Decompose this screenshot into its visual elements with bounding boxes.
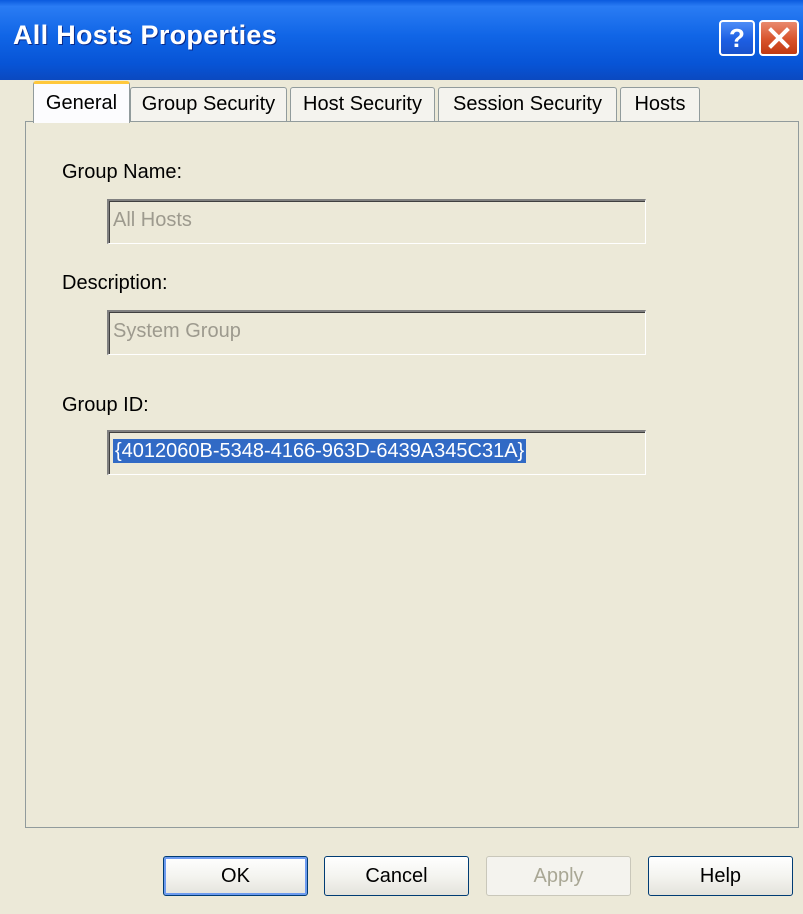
group-id-field[interactable]: {4012060B-5348-4166-963D-6439A345C31A} xyxy=(107,430,646,475)
close-x-glyph xyxy=(768,27,790,49)
group-id-label: Group ID: xyxy=(62,394,149,416)
tab-group-security[interactable]: Group Security xyxy=(130,87,287,121)
help-button[interactable]: Help xyxy=(648,856,793,896)
group-name-value: All Hosts xyxy=(113,209,192,231)
tab-strip: General Group Security Host Security Ses… xyxy=(25,80,803,123)
group-id-value: {4012060B-5348-4166-963D-6439A345C31A} xyxy=(113,439,527,463)
group-name-label: Group Name: xyxy=(62,161,183,183)
group-id-selected-text: {4012060B-5348-4166-963D-6439A345C31A} xyxy=(113,439,527,463)
window-title: All Hosts Properties xyxy=(13,20,278,50)
tab-host-security[interactable]: Host Security xyxy=(290,87,435,121)
description-label: Description: xyxy=(62,272,168,294)
tab-hosts[interactable]: Hosts xyxy=(620,87,700,121)
cancel-button[interactable]: Cancel xyxy=(324,856,469,896)
ok-button[interactable]: OK xyxy=(163,856,308,896)
tab-general[interactable]: General xyxy=(33,81,130,123)
group-name-field[interactable]: All Hosts xyxy=(107,199,646,244)
apply-button[interactable]: Apply xyxy=(486,856,631,896)
description-field[interactable]: System Group xyxy=(107,310,646,355)
question-mark-glyph: ? xyxy=(729,23,745,53)
help-icon[interactable]: ? xyxy=(719,20,755,56)
tab-session-security[interactable]: Session Security xyxy=(438,87,617,121)
title-bar[interactable]: All Hosts Properties ? xyxy=(0,0,803,80)
properties-dialog: All Hosts Properties ? General Group Sec… xyxy=(0,0,803,914)
description-value: System Group xyxy=(113,320,241,342)
close-icon[interactable] xyxy=(759,20,799,56)
